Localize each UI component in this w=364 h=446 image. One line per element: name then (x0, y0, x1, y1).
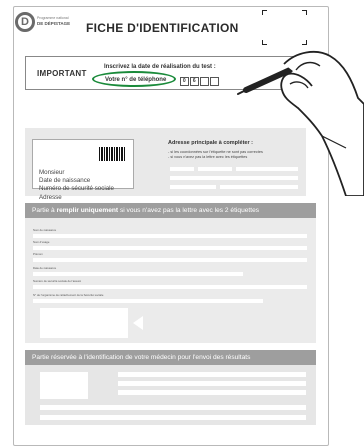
doctor-field[interactable] (118, 390, 306, 395)
label-placeholder-box (40, 308, 128, 338)
doctor-field[interactable] (40, 405, 306, 410)
phone-digits: 06 (180, 77, 220, 86)
barcode-icon (99, 147, 126, 161)
band-emphasis: remplir uniquement (56, 207, 119, 214)
doctor-field[interactable] (118, 372, 306, 377)
label-dob-line: Date de naissance (39, 177, 91, 185)
band-prefix: Partie à (32, 207, 57, 214)
form-row-label: Prénom (33, 252, 43, 256)
patient-label-card: Monsieur Date de naissance Numéro de séc… (32, 139, 134, 201)
logo-bottom-text: DE DÉPISTAGE (37, 21, 71, 26)
hand-with-pen-illustration (237, 50, 364, 196)
form-row-label: Nom de naissance (33, 228, 57, 232)
label-title-line: Monsieur (39, 169, 65, 176)
first-name-field[interactable] (33, 258, 307, 262)
form-row-label: N° de l'organisme de rattachement de la … (33, 293, 104, 297)
hand-outline (280, 50, 364, 196)
phone-digit-box[interactable]: 6 (190, 77, 199, 86)
label-corner-mark (302, 10, 307, 15)
address-field[interactable] (170, 167, 194, 171)
birth-name-field[interactable] (33, 234, 307, 238)
logo-top-text: Programme national (37, 16, 69, 20)
doctor-field[interactable] (118, 381, 306, 386)
phone-digit-box[interactable] (210, 77, 219, 86)
band-suffix: si vous n'avez pas la lettre avec les 2 … (118, 207, 260, 214)
form-title: FICHE D'IDENTIFICATION (86, 21, 239, 35)
phone-digit-box[interactable] (200, 77, 209, 86)
important-label: IMPORTANT (37, 69, 87, 78)
arrow-left-icon (133, 316, 143, 330)
form-row-label: Numéro de sécurité sociale de l'assuré (33, 279, 82, 283)
doctor-field[interactable] (40, 415, 306, 420)
pen-tip (237, 90, 245, 95)
label-card-lines: Monsieur Date de naissance Numéro de séc… (39, 169, 114, 202)
form-row-label: Date de naissance (33, 266, 57, 270)
test-date-instruction: Inscrivez la date de réalisation du test… (104, 64, 216, 70)
phone-number-label: Votre n° de téléphone (105, 77, 167, 83)
logo-d-icon: D (15, 12, 35, 32)
form-row-label: Nom d'usage (33, 240, 50, 244)
organisation-number-field[interactable] (33, 299, 263, 303)
phone-digit: 6 (192, 78, 197, 84)
phone-digit: 0 (182, 78, 187, 84)
birth-date-field[interactable] (33, 272, 243, 276)
label-ssn-line: Numéro de sécurité sociale (39, 185, 114, 193)
manual-entry-band: Partie à remplir uniquement si vous n'av… (25, 203, 316, 218)
doctor-stamp-box[interactable] (40, 372, 88, 399)
doctor-identification-band: Partie réservée à l'identification de vo… (25, 350, 316, 365)
phone-digit-box[interactable]: 0 (180, 77, 189, 86)
label-corner-mark (262, 10, 267, 15)
ssn-field[interactable] (33, 285, 307, 289)
address-field[interactable] (170, 185, 216, 189)
label-address-line: Adresse (39, 193, 62, 201)
program-logo: D Programme national DE DÉPISTAGE (15, 12, 73, 38)
usual-name-field[interactable] (33, 246, 307, 250)
